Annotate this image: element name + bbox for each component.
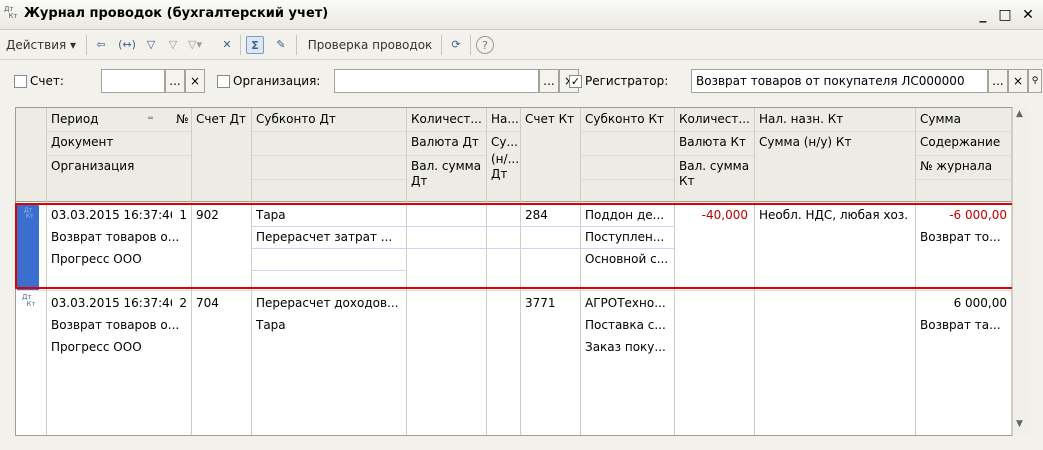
selection-highlight [15,203,1015,289]
header-divider [581,155,755,156]
col-document[interactable]: Документ [47,131,192,153]
header-divider [16,201,1028,202]
actions-label: Действия [6,38,67,52]
col-soderzhanie[interactable]: Содержание [916,131,1012,153]
search-icon[interactable]: ⚲ [1028,69,1042,93]
organization-field[interactable] [334,69,539,93]
refresh-link-icon[interactable]: (↔) [118,36,136,54]
toolbar-separator [240,35,241,55]
header-divider [252,155,487,156]
col-val-summa-kt[interactable]: Вал. сумма Кт [675,155,755,189]
row2-subkonto-kt1[interactable]: АГРОТехно... [581,292,674,314]
header-divider [916,155,1012,156]
filter-icon[interactable]: ▽ [142,36,160,54]
vertical-scrollbar[interactable]: ▲ ▼ [1012,107,1029,436]
account-select-button[interactable]: ... [165,69,185,93]
organization-label: Организация: [233,74,321,88]
toolbar: Действия ▾ ⇦ (↔) ▽ ▽ ▽▾ ✕ Σ ✎ Проверка п… [0,30,1043,60]
row2-num[interactable]: 2 [172,292,191,314]
organization-checkbox[interactable] [217,75,230,88]
col-schet-dt[interactable]: Счет Дт [192,108,252,130]
col-summa-nu-kt[interactable]: Сумма (н/у) Кт [755,131,916,153]
row2-period[interactable]: 03.03.2015 16:37:46 [47,292,172,314]
row2-subkonto-kt2[interactable]: Поставка с... [581,314,674,336]
toolbar-separator [296,35,297,55]
registrar-select-button[interactable]: ... [988,69,1008,93]
col-nal-kt[interactable]: Нал. назн. Кт [755,108,916,130]
registrar-checkbox[interactable]: ✓ [569,75,582,88]
refresh-icon[interactable]: ⟳ [447,36,465,54]
col-valuta-kt[interactable]: Валюта Кт [675,131,755,153]
row2-subkonto-dt2[interactable]: Тара [252,314,406,336]
col-nal-dt[interactable]: На... [487,108,521,130]
scroll-up-icon[interactable]: ▲ [1016,109,1023,119]
col-subkonto-kt[interactable]: Субконто Кт [581,108,675,130]
toolbar-separator [470,35,471,55]
col-subkonto-dt[interactable]: Субконто Дт [252,108,407,130]
organization-select-button[interactable]: ... [539,69,559,93]
col-kol-dt[interactable]: Количест... [407,108,487,130]
help-icon[interactable]: ? [476,36,494,54]
row-type-icon: Дт Кт [22,293,36,308]
col-summa[interactable]: Сумма [916,108,1012,130]
row2-schet-kt[interactable]: 3771 [521,292,580,314]
sort-icon: ═ [148,114,154,124]
col-journal[interactable]: № журнала [916,155,1012,177]
registrar-field[interactable]: Возврат товаров от покупателя ЛС000000 [691,69,988,93]
toolbar-separator [441,35,442,55]
header-divider [252,179,407,180]
minimize-button[interactable]: _ [973,5,993,25]
header-divider [252,131,521,132]
row2-summa[interactable]: 6 000,00 [916,292,1010,314]
sum-icon[interactable]: Σ [246,36,264,54]
row2-subkonto-kt3[interactable]: Заказ поку... [581,336,674,358]
header-divider [581,131,1012,132]
maximize-button[interactable]: □ [995,5,1015,25]
row2-subkonto-dt1[interactable]: Перерасчет доходов... [252,292,406,314]
window-title: Журнал проводок (бухгалтерский учет) [24,6,329,21]
account-clear-button[interactable]: × [185,69,205,93]
row2-document[interactable]: Возврат товаров о... [47,314,191,336]
journal-icon: Дт Кт [4,5,18,20]
col-nu-dt[interactable]: (н/... Дт [487,148,521,182]
row2-organization[interactable]: Прогресс ООО [47,336,191,358]
col-schet-kt[interactable]: Счет Кт [521,108,581,130]
clear-filter-icon[interactable]: ✕ [218,36,236,54]
row-line [17,290,1011,291]
close-button[interactable]: ✕ [1018,5,1038,25]
actions-menu[interactable]: Действия ▾ [6,34,84,56]
filter-selection-icon[interactable]: ▽ [164,36,182,54]
col-organization[interactable]: Организация [47,155,192,177]
header-divider [916,179,1012,180]
account-label: Счет: [30,74,64,88]
col-val-summa-dt[interactable]: Вал. сумма Дт [407,155,487,189]
header-divider [581,179,675,180]
col-kol-kt[interactable]: Количест... [675,108,755,130]
registrar-clear-button[interactable]: × [1008,69,1028,93]
col-num[interactable]: № [172,108,192,130]
header-divider [47,155,192,156]
toolbar-separator [86,35,87,55]
header-divider [47,131,192,132]
row2-soderzhanie[interactable]: Возврат та... [916,314,1011,336]
title-bar: Дт Кт Журнал проводок (бухгалтерский уче… [0,0,1043,30]
registrar-label: Регистратор: [585,74,669,88]
row2-schet-dt[interactable]: 704 [192,292,251,314]
account-checkbox[interactable] [14,75,27,88]
scroll-down-icon[interactable]: ▼ [1016,419,1023,429]
filter-history-icon[interactable]: ▽▾ [186,36,204,54]
go-to-icon[interactable]: ⇦ [92,36,110,54]
edit-icon[interactable]: ✎ [272,36,290,54]
account-field[interactable] [101,69,165,93]
check-entries-button[interactable]: Проверка проводок [302,34,438,56]
col-valuta-dt[interactable]: Валюта Дт [407,131,487,153]
